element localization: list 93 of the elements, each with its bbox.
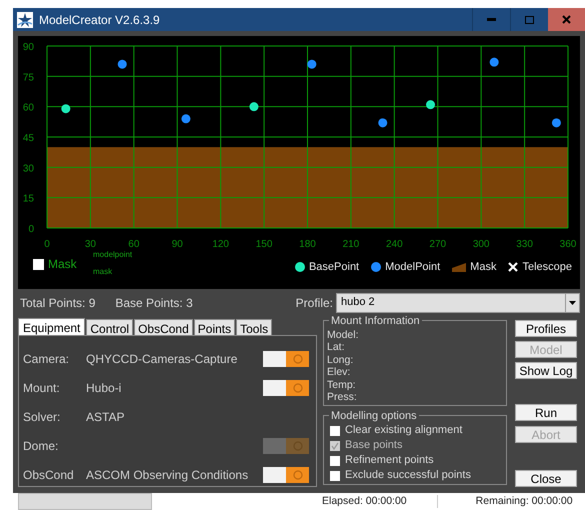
- minimize-icon: [487, 18, 496, 21]
- x-axis-tick-label: 120: [212, 239, 229, 250]
- option-label: Refinement points: [345, 454, 434, 468]
- ring-icon: [292, 470, 302, 480]
- profile-value: hubo 2: [341, 295, 376, 310]
- ring-icon: [292, 382, 302, 392]
- tab[interactable]: Control: [86, 319, 134, 335]
- option-label: Exclude successful points: [345, 469, 471, 482]
- field-label: Model:: [327, 329, 360, 342]
- field-label: Temp:: [327, 378, 357, 392]
- tab[interactable]: Tools: [236, 319, 272, 335]
- data-point: [61, 104, 70, 114]
- y-axis-tick-label: 15: [22, 194, 34, 205]
- x-axis-tick-label: 150: [256, 239, 272, 250]
- toggle-switch[interactable]: [263, 380, 309, 396]
- cross-icon: [508, 262, 518, 272]
- field-value: Hubo-i: [86, 380, 122, 396]
- data-point: [426, 100, 436, 110]
- y-axis-tick-label: 45: [22, 133, 34, 144]
- data-point: [490, 58, 499, 67]
- remaining-time: Remaining: 00:00:00: [476, 494, 573, 509]
- profile-dropdown[interactable]: hubo 2: [336, 292, 580, 312]
- button[interactable]: Show Log: [515, 362, 577, 379]
- checkbox[interactable]: [330, 426, 340, 436]
- x-axis-tick-label: 330: [516, 239, 533, 250]
- field-value: QHYCCD-Cameras-Capture: [86, 350, 238, 368]
- data-point: [307, 60, 316, 69]
- x-axis-tick-label: 0: [44, 239, 50, 250]
- field-value: ASTAP: [86, 408, 124, 426]
- button[interactable]: Run: [515, 404, 577, 421]
- mask-label: Mask: [48, 256, 77, 273]
- field-label: Lat:: [327, 341, 346, 354]
- close-button[interactable]: [548, 8, 585, 31]
- mask-small-label: mask: [93, 266, 112, 278]
- y-axis-tick-label: 30: [22, 163, 34, 174]
- group-title: Modelling options: [329, 408, 419, 424]
- x-axis-tick-label: 30: [84, 239, 96, 250]
- y-axis-tick-label: 60: [22, 102, 34, 114]
- data-point: [118, 60, 127, 69]
- app-logo-icon: [17, 12, 33, 28]
- option-label: Clear existing alignment: [345, 424, 462, 438]
- checkbox[interactable]: [330, 456, 340, 466]
- toggle-switch[interactable]: [263, 350, 309, 366]
- profile-label: Profile:: [296, 294, 333, 312]
- x-axis-tick-label: 360: [560, 239, 576, 250]
- checkbox[interactable]: [330, 470, 340, 481]
- field-label: Mount:: [23, 380, 61, 396]
- button[interactable]: Close: [515, 470, 577, 487]
- ring-icon: [292, 354, 302, 364]
- legend-label: Telescope: [522, 260, 572, 275]
- total-points-label: Total Points: 9: [20, 294, 96, 312]
- field-label: Solver:: [23, 408, 62, 426]
- field-label: Elev:: [327, 366, 352, 379]
- field-label: Dome:: [23, 438, 60, 454]
- x-axis-tick-label: 60: [128, 239, 140, 250]
- tab[interactable]: Equipment: [18, 318, 86, 335]
- mask-checkbox[interactable]: [33, 258, 44, 270]
- legend-label: Mask: [470, 260, 496, 275]
- button[interactable]: Profiles: [515, 320, 577, 337]
- elapsed-time: Elapsed: 00:00:00: [322, 494, 407, 509]
- maximize-icon: [525, 16, 534, 24]
- toggle-switch[interactable]: [263, 466, 309, 482]
- data-point: [249, 102, 258, 112]
- dropdown-caret-icon: [569, 300, 576, 304]
- tab[interactable]: Points: [194, 319, 236, 335]
- data-point: [181, 114, 190, 124]
- x-axis-tick-label: 180: [299, 239, 316, 250]
- base-points-label: Base Points: 3: [115, 294, 193, 312]
- y-axis-tick-label: 90: [22, 42, 34, 53]
- field-value: ASCOM Observing Conditions: [86, 466, 248, 484]
- tab[interactable]: ObsCond: [134, 319, 193, 335]
- x-axis-tick-label: 210: [342, 239, 360, 250]
- dot-icon: [294, 262, 305, 272]
- dot-icon: [371, 262, 382, 272]
- legend-label: ModelPoint: [385, 260, 440, 275]
- x-axis-tick-label: 90: [172, 239, 183, 250]
- legend-label: BasePoint: [308, 260, 360, 275]
- x-axis-tick-label: 300: [472, 239, 490, 250]
- y-axis-tick-label: 75: [22, 72, 34, 84]
- option-label: Base points: [345, 439, 402, 452]
- x-axis-tick-label: 240: [386, 239, 403, 250]
- y-axis-tick-label: 0: [28, 224, 34, 235]
- window-title: ModelCreator V2.6.3.9: [39, 12, 160, 28]
- close-icon: [562, 15, 571, 24]
- x-axis-tick-label: 270: [429, 239, 446, 250]
- field-label: Long:: [327, 354, 354, 366]
- field-label: Press:: [327, 391, 358, 404]
- wedge-icon: [452, 262, 466, 272]
- data-point: [552, 118, 561, 128]
- field-label: Camera:: [23, 350, 70, 368]
- field-label: ObsCond: [23, 466, 75, 484]
- modelpoint-label: modelpoint: [93, 249, 132, 261]
- data-point: [378, 118, 388, 128]
